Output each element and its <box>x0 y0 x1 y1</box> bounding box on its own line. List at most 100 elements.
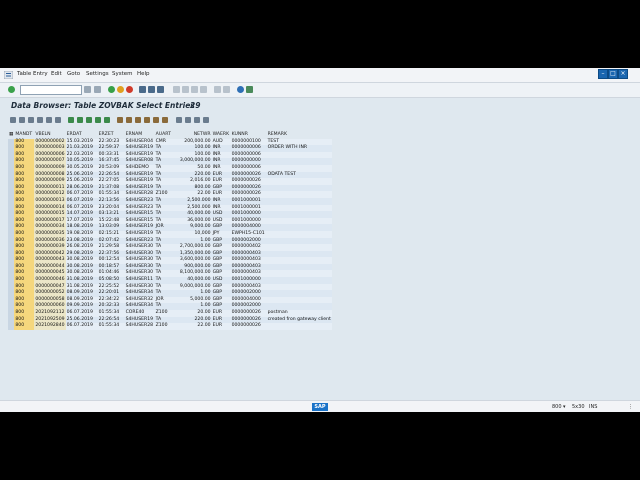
cell-mandt[interactable]: 800 <box>14 145 35 152</box>
table-row[interactable]: 800 0000000009 30.05.2019 20:53:09 S4HDEMO TA… <box>8 164 332 172</box>
cell-erdat[interactable]: 14.07.2019 <box>65 211 98 218</box>
cell-remark[interactable] <box>266 151 332 159</box>
cell-kunnr[interactable]: 0000000006 <box>230 164 267 172</box>
cell-auart[interactable]: TA <box>154 277 173 284</box>
cell-mandt[interactable]: 800 <box>14 310 35 317</box>
cell-remark[interactable] <box>266 211 332 218</box>
cell-erdat[interactable]: 06.07.2019 <box>65 310 98 317</box>
table-row[interactable]: 800 2021092112 06.07.2019 01:55:34 CORE40 Z10… <box>8 310 332 317</box>
cell-netwr[interactable]: 50.00 <box>172 164 212 172</box>
table-row[interactable]: 800 0000000007 10.05.2019 16:37:45 S4HUSER08… <box>8 158 332 165</box>
print-icon[interactable] <box>139 86 146 93</box>
cell-auart[interactable]: TA <box>154 257 173 264</box>
exit-icon[interactable] <box>117 86 124 93</box>
first-page-icon[interactable] <box>173 86 180 93</box>
cell-remark[interactable] <box>266 257 332 264</box>
table-row[interactable]: 800 0000000052 08.09.2019 22:20:01 S4HUSER34… <box>8 290 332 297</box>
menu-settings[interactable]: Settings <box>86 71 109 77</box>
graphics-icon[interactable] <box>144 117 150 123</box>
cell-vbeln[interactable]: 2021092840 <box>34 323 66 330</box>
cell-remark[interactable] <box>266 283 332 291</box>
cell-mandt[interactable]: 800 <box>14 230 35 238</box>
cell-ernam[interactable]: S4HUSER19 <box>124 224 155 231</box>
cell-auart[interactable]: TA <box>154 230 173 238</box>
cell-erdat[interactable]: 26.08.2019 <box>65 244 98 251</box>
cell-erzet[interactable]: 22:59:37 <box>97 145 125 152</box>
cell-netwr[interactable]: 22.00 <box>172 323 212 330</box>
cell-vbeln[interactable]: 0000000007 <box>34 158 66 165</box>
find-next-icon[interactable] <box>157 86 164 93</box>
cell-netwr[interactable]: 20.00 <box>172 310 212 317</box>
table-row[interactable]: 800 0000000039 26.08.2019 21:29:58 S4HUSER30… <box>8 244 332 251</box>
menu-help[interactable]: Help <box>137 71 150 77</box>
command-dropdown-icon[interactable] <box>84 86 91 93</box>
cell-ernam[interactable]: S4HUSER34 <box>124 290 155 297</box>
previous-page-icon[interactable] <box>182 86 189 93</box>
cell-kunnr[interactable]: 0000002000 <box>230 290 267 297</box>
find-icon[interactable] <box>148 86 155 93</box>
cell-kunnr[interactable]: 0000000026 <box>230 310 267 317</box>
cell-kunnr[interactable]: 0001000000 <box>230 277 267 284</box>
cell-ernam[interactable]: CORE40 <box>124 310 155 317</box>
cell-erzet[interactable]: 20:53:09 <box>97 164 125 172</box>
cell-mandt[interactable]: 800 <box>14 277 35 284</box>
cell-vbeln[interactable]: 0000000013 <box>34 197 66 205</box>
col-header-erzet[interactable]: ERZET <box>97 132 125 139</box>
table-row[interactable]: 800 0000000035 19.08.2019 02:15:21 S4HUSER19… <box>8 230 332 238</box>
table-row[interactable]: 800 0000000003 21.03.2019 22:59:37 S4HUSER19… <box>8 145 332 152</box>
cell-erzet[interactable]: 21:29:58 <box>97 244 125 251</box>
display-icon[interactable] <box>10 117 16 123</box>
cell-mandt[interactable]: 800 <box>14 224 35 231</box>
cell-remark[interactable] <box>266 204 332 212</box>
cell-erdat[interactable]: 30.05.2019 <box>65 164 98 172</box>
cell-remark[interactable] <box>266 323 332 330</box>
cell-remark[interactable] <box>266 244 332 251</box>
copy-icon[interactable] <box>55 117 61 123</box>
cell-kunnr[interactable]: 0000000026 <box>230 191 267 198</box>
cell-netwr[interactable]: 100.00 <box>172 145 212 152</box>
cell-erzet[interactable]: 03:13:21 <box>97 211 125 218</box>
cell-netwr[interactable]: 1.00 <box>172 290 212 297</box>
sort-descending-icon[interactable] <box>77 117 83 123</box>
shortcut-icon[interactable] <box>223 86 230 93</box>
print-preview-icon[interactable] <box>117 117 123 123</box>
table-row[interactable]: 800 0000000013 06.07.2019 22:13:56 S4HUSER23… <box>8 197 332 205</box>
table-row[interactable]: 800 2021092840 06.07.2019 01:55:34 S4HUSER28… <box>8 323 332 330</box>
cell-remark[interactable] <box>266 197 332 205</box>
menu-goto[interactable]: Goto <box>67 71 80 77</box>
cell-erzet[interactable]: 22:27:05 <box>97 178 125 185</box>
cell-vbeln[interactable]: 0000000009 <box>34 164 66 172</box>
cell-remark[interactable] <box>266 230 332 238</box>
cell-erzet[interactable]: 01:55:34 <box>97 310 125 317</box>
cell-kunnr[interactable]: 0000004000 <box>230 224 267 231</box>
word-processing-icon[interactable] <box>162 117 168 123</box>
cell-mandt[interactable]: 800 <box>14 164 35 172</box>
cell-auart[interactable]: TA <box>154 244 173 251</box>
back-icon[interactable] <box>108 86 115 93</box>
cell-erzet[interactable]: 22:20:01 <box>97 290 125 297</box>
cell-remark[interactable] <box>266 217 332 225</box>
table-row[interactable]: 800 0000000012 06.07.2019 01:55:34 S4HUSER28… <box>8 191 332 198</box>
save-icon[interactable] <box>94 86 101 93</box>
cell-erdat[interactable]: 18.08.2019 <box>65 224 98 231</box>
enter-icon[interactable] <box>8 86 15 93</box>
menu-system[interactable]: System <box>112 71 133 77</box>
cell-netwr[interactable]: 22.00 <box>172 191 212 198</box>
cell-mandt[interactable]: 800 <box>14 290 35 297</box>
cell-waerk[interactable]: JPY <box>211 230 231 238</box>
cell-kunnr[interactable]: 0000000402 <box>230 244 267 251</box>
save-layout-icon[interactable] <box>194 117 200 123</box>
cell-waerk[interactable]: EUR <box>211 310 231 317</box>
cell-auart[interactable]: TA <box>154 164 173 172</box>
cell-waerk[interactable]: GBP <box>211 244 231 251</box>
cell-kunnr[interactable]: 0000000403 <box>230 257 267 264</box>
cell-waerk[interactable]: GBP <box>211 257 231 264</box>
cell-netwr[interactable]: 10,000 <box>172 230 212 238</box>
table-row[interactable]: 800 0000000034 18.08.2019 13:03:09 S4HUSER19… <box>8 224 332 231</box>
cell-vbeln[interactable]: 0000000015 <box>34 211 66 218</box>
cell-netwr[interactable]: 2,500.000 <box>172 197 212 205</box>
cell-netwr[interactable]: 40,000.00 <box>172 211 212 218</box>
cell-vbeln[interactable]: 0000000052 <box>34 290 66 297</box>
cell-auart[interactable]: TA <box>154 158 173 165</box>
cell-ernam[interactable]: S4HUSER19 <box>124 230 155 238</box>
